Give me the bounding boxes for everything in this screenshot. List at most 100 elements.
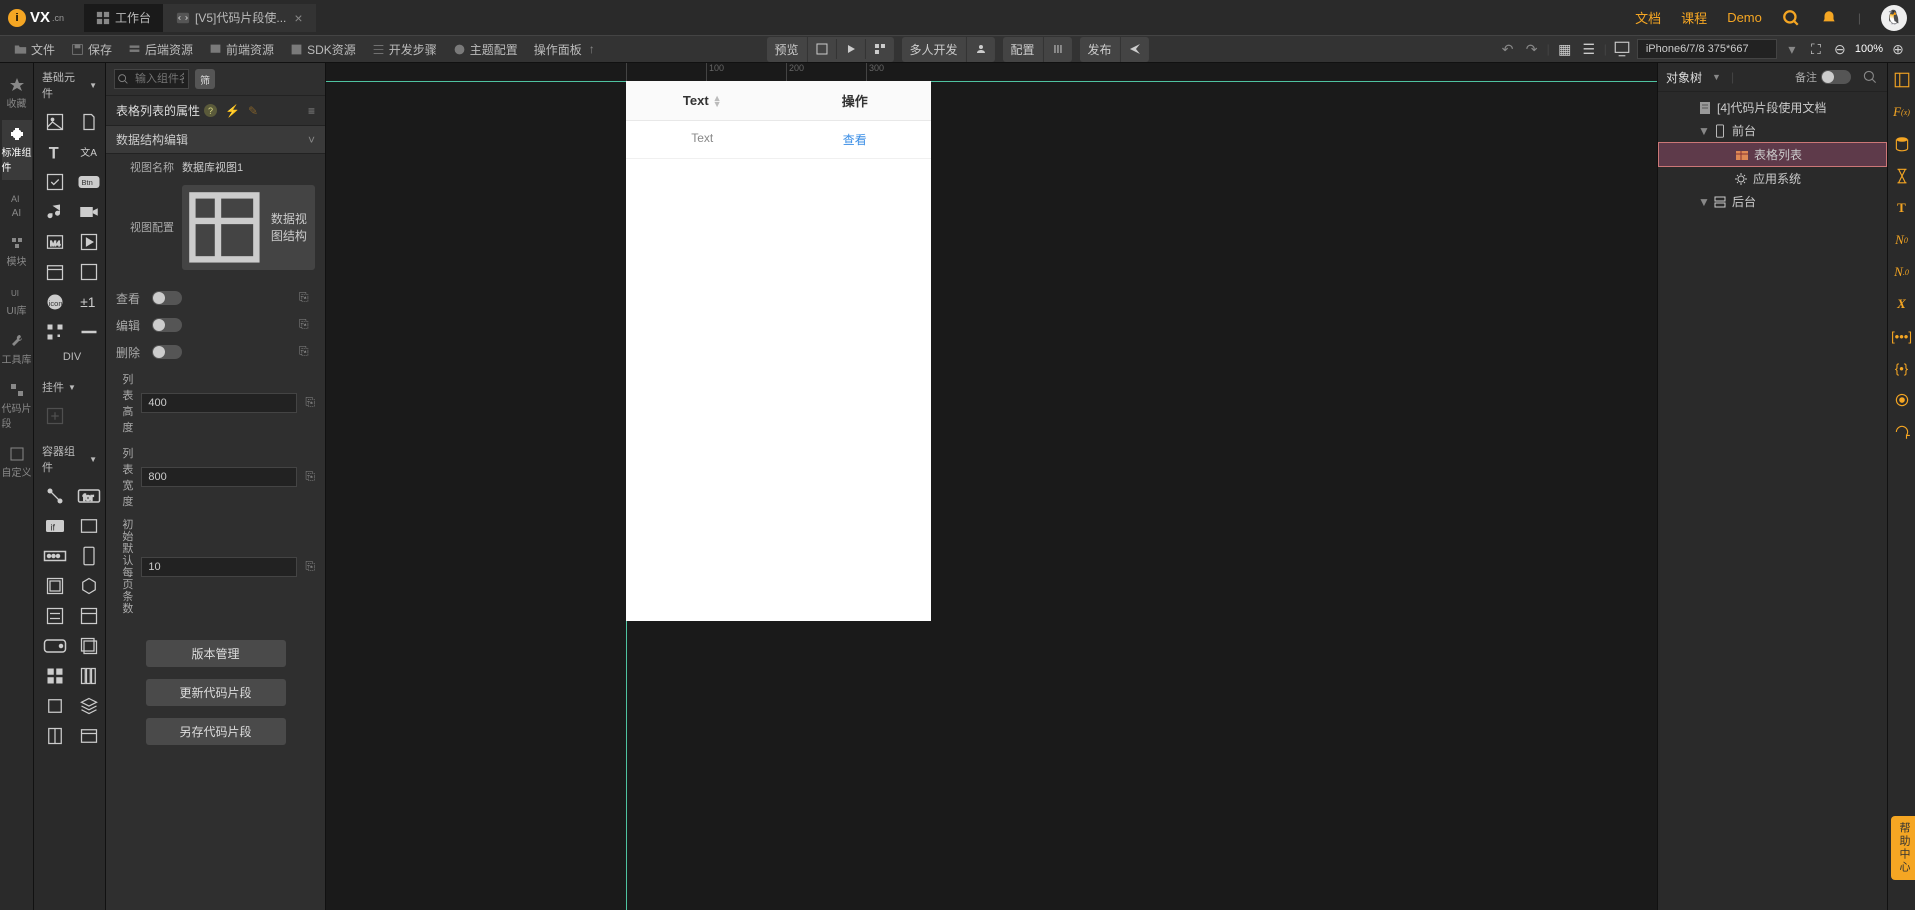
bell-icon[interactable] bbox=[1820, 9, 1838, 27]
section-datastructure[interactable]: 数据结构编辑 ˅ bbox=[106, 125, 325, 154]
menu-frontend[interactable]: 前端资源 bbox=[203, 38, 280, 61]
minus-icon[interactable]: ⊖ bbox=[1831, 40, 1849, 58]
comp-button[interactable]: Btn bbox=[76, 171, 102, 193]
menu-panel[interactable]: 操作面板↑ bbox=[528, 38, 601, 61]
tab-codefragment[interactable]: [V5]代码片段使... × bbox=[164, 4, 316, 32]
saveas-snippet-button[interactable]: 另存代码片段 bbox=[146, 718, 286, 745]
preview-tab-button[interactable] bbox=[807, 39, 836, 59]
nav-demo[interactable]: Demo bbox=[1727, 10, 1762, 25]
rr-object-icon[interactable]: {•} bbox=[1893, 359, 1911, 377]
menu-theme[interactable]: 主题配置 bbox=[447, 38, 524, 61]
cont-card[interactable] bbox=[76, 515, 102, 537]
users-button[interactable] bbox=[967, 39, 995, 59]
rr-array-icon[interactable]: [•••] bbox=[1893, 327, 1911, 345]
rr-target-icon[interactable] bbox=[1893, 391, 1911, 409]
cont-flow[interactable] bbox=[42, 485, 68, 507]
device-select[interactable] bbox=[1637, 39, 1777, 59]
device-icon[interactable] bbox=[1613, 40, 1631, 58]
close-icon[interactable]: × bbox=[294, 10, 302, 26]
remark-toggle[interactable]: 备注 bbox=[1795, 69, 1851, 85]
update-snippet-button[interactable]: 更新代码片段 bbox=[146, 679, 286, 706]
list-width-input[interactable] bbox=[141, 467, 297, 487]
nav-docs[interactable]: 文档 bbox=[1635, 8, 1661, 27]
publish-button[interactable]: 发布 bbox=[1080, 37, 1121, 62]
tree-item-frontend[interactable]: ▼ 前台 bbox=[1658, 119, 1887, 142]
copy-icon[interactable]: ⎘ bbox=[299, 290, 315, 306]
cont-list[interactable] bbox=[42, 605, 68, 627]
comp-webview[interactable] bbox=[76, 261, 102, 283]
rr-refresh-icon[interactable] bbox=[1893, 423, 1911, 441]
comp-calendar[interactable] bbox=[42, 261, 68, 283]
nav-courses[interactable]: 课程 bbox=[1681, 8, 1707, 27]
rr-fn-icon[interactable]: F(x) bbox=[1893, 103, 1911, 121]
rr-text-icon[interactable]: T bbox=[1893, 199, 1911, 217]
comp-video[interactable] bbox=[76, 201, 102, 223]
tab-workspace[interactable]: 工作台 bbox=[84, 4, 164, 32]
version-manage-button[interactable]: 版本管理 bbox=[146, 640, 286, 667]
sliders-button[interactable] bbox=[1044, 39, 1072, 59]
comp-play[interactable] bbox=[76, 231, 102, 253]
toggle-edit[interactable] bbox=[152, 318, 182, 332]
cont-layers[interactable] bbox=[76, 695, 102, 717]
play-button[interactable] bbox=[836, 39, 865, 59]
cont-box[interactable] bbox=[42, 695, 68, 717]
fx-icon[interactable]: ⚡ bbox=[225, 104, 240, 118]
chevron-down-icon[interactable]: ▼ bbox=[1712, 72, 1721, 82]
cont-mobile[interactable] bbox=[76, 545, 102, 567]
palette-section-widgets[interactable]: 挂件 ▼ bbox=[34, 373, 105, 401]
chevron-down-icon[interactable]: ▾ bbox=[1783, 40, 1801, 58]
viewconfig-button[interactable]: 数据视图结构 bbox=[182, 185, 315, 270]
cont-book[interactable] bbox=[42, 725, 68, 747]
layout-icon[interactable]: ☰ bbox=[1580, 40, 1598, 58]
logo[interactable]: i VX .cn bbox=[8, 9, 64, 27]
send-button[interactable] bbox=[1121, 39, 1149, 59]
tree-item-appsystem[interactable]: 应用系统 bbox=[1658, 167, 1887, 190]
cont-stack[interactable] bbox=[76, 635, 102, 657]
toggle-remark[interactable] bbox=[1821, 70, 1851, 84]
copy-icon[interactable]: ⎘ bbox=[305, 559, 315, 575]
edit-pencil-icon[interactable]: ✎ bbox=[248, 104, 258, 118]
rail-snippets[interactable]: 代码片段 bbox=[2, 376, 32, 436]
align-icon[interactable]: ▦ bbox=[1556, 40, 1574, 58]
tree-item-backend[interactable]: ▼ 后台 bbox=[1658, 190, 1887, 213]
rr-number-icon[interactable]: N0 bbox=[1893, 231, 1911, 249]
rail-favorite[interactable]: 收藏 bbox=[2, 71, 32, 116]
plus-icon[interactable]: ⊕ bbox=[1889, 40, 1907, 58]
rr-layout-icon[interactable] bbox=[1893, 71, 1911, 89]
preview-button[interactable]: 预览 bbox=[766, 37, 807, 62]
cont-input[interactable] bbox=[42, 545, 68, 567]
rr-bool-icon[interactable]: X bbox=[1893, 295, 1911, 313]
rr-db-icon[interactable] bbox=[1893, 135, 1911, 153]
menu-save[interactable]: 保存 bbox=[65, 38, 118, 61]
td-view-link[interactable]: 查看 bbox=[779, 121, 932, 158]
comp-edit[interactable] bbox=[42, 171, 68, 193]
comp-image[interactable] bbox=[42, 111, 68, 133]
rail-ai[interactable]: AIAI bbox=[2, 184, 32, 225]
help-icon[interactable]: ? bbox=[204, 104, 217, 117]
cont-for[interactable]: for bbox=[76, 485, 102, 507]
undo-icon[interactable]: ↶ bbox=[1499, 40, 1517, 58]
widget-add[interactable] bbox=[42, 405, 68, 427]
rail-components[interactable]: 标准组件 bbox=[2, 120, 32, 180]
cont-frame[interactable] bbox=[42, 575, 68, 597]
menu-sdk[interactable]: SDK资源 bbox=[284, 38, 362, 61]
config-button[interactable]: 配置 bbox=[1003, 37, 1044, 62]
cont-panel[interactable] bbox=[76, 605, 102, 627]
palette-section-basic[interactable]: 基础元件 ▼ bbox=[34, 63, 105, 107]
copy-icon[interactable]: ⎘ bbox=[299, 317, 315, 333]
th-text[interactable]: Text ▲▼ bbox=[626, 81, 779, 120]
cont-wallet[interactable] bbox=[42, 635, 68, 657]
comp-media[interactable]: M4 bbox=[42, 231, 68, 253]
search-icon[interactable] bbox=[1782, 9, 1800, 27]
toggle-delete[interactable] bbox=[152, 345, 182, 359]
caret-down-icon[interactable]: ▼ bbox=[1698, 124, 1708, 138]
comp-counter[interactable]: ±1 bbox=[76, 291, 102, 313]
cont-columns[interactable] bbox=[76, 665, 102, 687]
menu-backend[interactable]: 后端资源 bbox=[122, 38, 199, 61]
comp-translate[interactable]: 文A bbox=[76, 141, 102, 163]
pagesize-input[interactable] bbox=[141, 557, 297, 577]
rail-module[interactable]: 模块 bbox=[2, 229, 32, 274]
copy-icon[interactable]: ⎘ bbox=[299, 344, 315, 360]
comp-icon[interactable]: icon bbox=[42, 291, 68, 313]
tree-item-doc[interactable]: [4]代码片段使用文档 bbox=[1658, 96, 1887, 119]
